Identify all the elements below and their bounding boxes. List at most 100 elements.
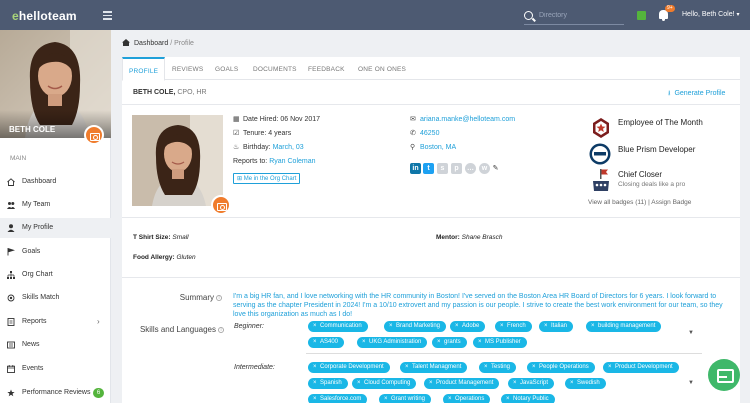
tab-documents[interactable]: DOCUMENTS bbox=[253, 66, 297, 73]
org-chart-button[interactable]: ⊞ Me in the Org Chart bbox=[233, 173, 301, 184]
sidebar-item-events[interactable]: Events bbox=[0, 359, 111, 379]
email-link[interactable]: ariana.manke@helloteam.com bbox=[420, 116, 515, 123]
menu-icon[interactable] bbox=[103, 11, 112, 22]
skill-tag[interactable]: Communication bbox=[308, 321, 368, 332]
help-icon[interactable]: i bbox=[216, 295, 222, 301]
skill-tag[interactable]: grants bbox=[432, 337, 467, 348]
skill-tag[interactable]: Operations bbox=[443, 394, 491, 403]
view-all-badges-link[interactable]: View all badges (11) bbox=[588, 199, 646, 206]
badges-actions: View all badges (11) | Assign Badge bbox=[588, 199, 691, 206]
reports-to-link[interactable]: Ryan Coleman bbox=[269, 158, 315, 165]
chevron-right-icon: › bbox=[97, 317, 100, 326]
assign-badge-link[interactable]: Assign Badge bbox=[651, 199, 691, 206]
tab-reviews[interactable]: REVIEWS bbox=[172, 66, 203, 73]
sidebar-item-my-profile[interactable]: My Profile bbox=[0, 218, 111, 238]
skill-tag[interactable]: Italian bbox=[539, 321, 574, 332]
location-link[interactable]: Boston, MA bbox=[420, 144, 456, 151]
birthday: ♨ Birthday: March, 03 bbox=[233, 144, 304, 151]
skill-tag[interactable]: French bbox=[495, 321, 532, 332]
sidebar-section-label: MAIN bbox=[10, 155, 27, 162]
phone-icon: ✆ bbox=[410, 130, 416, 137]
status-square-icon[interactable] bbox=[637, 11, 646, 20]
skill-tag[interactable]: Brand Marketing bbox=[384, 321, 447, 332]
sidebar-item-org-chart[interactable]: Org Chart bbox=[0, 265, 111, 285]
sidebar-item-news[interactable]: News bbox=[0, 335, 111, 355]
cake-icon: ♨ bbox=[233, 144, 240, 151]
intermediate-label: Intermediate: bbox=[234, 364, 275, 371]
org-chart-icon bbox=[7, 271, 15, 279]
skill-tag[interactable]: Talent Managment bbox=[400, 362, 468, 373]
profile-card: PROFILE REVIEWS GOALS DOCUMENTS FEEDBACK… bbox=[122, 57, 740, 403]
sidebar-item-reports[interactable]: Reports › bbox=[0, 312, 111, 332]
sidebar-item-skills-match[interactable]: Skills Match bbox=[0, 288, 111, 308]
sidebar-user-name: BETH COLE bbox=[9, 125, 56, 134]
twitter-icon[interactable]: t bbox=[423, 163, 434, 174]
chevron-down-icon[interactable]: ▼ bbox=[688, 330, 694, 336]
directory-search-input[interactable] bbox=[539, 12, 619, 19]
intermediate-skills-select[interactable]: Corporate Development Talent Managment T… bbox=[306, 360, 702, 403]
skill-tag[interactable]: MS Publisher bbox=[473, 337, 527, 348]
summary-text: I'm a big HR fan, and I love networking … bbox=[233, 293, 723, 318]
skill-tag[interactable]: Adobe bbox=[450, 321, 486, 332]
edit-pencil-icon[interactable]: ✎ bbox=[490, 163, 501, 174]
skill-tag[interactable]: UKG Administration bbox=[357, 337, 428, 348]
date-hired: ▦ Date Hired: 06 Nov 2017 bbox=[233, 116, 321, 123]
chat-button[interactable] bbox=[708, 359, 740, 391]
home-icon[interactable] bbox=[122, 39, 130, 46]
sidebar-item-label: Goals bbox=[22, 248, 41, 255]
chief-closer-badge-icon bbox=[591, 169, 611, 191]
profile-camera-icon[interactable] bbox=[211, 195, 231, 215]
top-bar: ehelloteam 9+ Hello, Beth Cole!▾ bbox=[0, 0, 750, 30]
message-icon[interactable]: … bbox=[465, 163, 476, 174]
skill-tag[interactable]: Testing bbox=[479, 362, 517, 373]
email: ✉ ariana.manke@helloteam.com bbox=[410, 115, 515, 123]
skill-tag[interactable]: Swedish bbox=[565, 378, 606, 389]
help-icon[interactable]: i bbox=[218, 327, 224, 333]
skype-icon[interactable]: s bbox=[437, 163, 448, 174]
skill-tag[interactable]: building management bbox=[586, 321, 662, 332]
sidebar-item-goals[interactable]: Goals bbox=[0, 242, 111, 262]
skill-tag[interactable]: JavaScript bbox=[508, 378, 555, 389]
sidebar-item-dashboard[interactable]: Dashboard bbox=[0, 172, 111, 192]
whatsapp-icon[interactable]: w bbox=[479, 163, 490, 174]
breadcrumb-dashboard-link[interactable]: Dashboard bbox=[134, 40, 168, 47]
skill-tag[interactable]: Salesforce.com bbox=[308, 394, 368, 403]
tab-one-on-ones[interactable]: ONE ON ONES bbox=[358, 66, 406, 73]
pinterest-icon[interactable]: p bbox=[451, 163, 462, 174]
linkedin-icon[interactable]: in bbox=[410, 163, 421, 174]
skill-tag[interactable]: Product Management bbox=[424, 378, 500, 389]
chevron-down-icon[interactable]: ▼ bbox=[688, 380, 694, 386]
sidebar-item-performance-reviews[interactable]: Performance Reviews 6 bbox=[0, 383, 111, 403]
sidebar-item-my-team[interactable]: My Team bbox=[0, 195, 111, 215]
breadcrumb-separator: / bbox=[170, 40, 173, 47]
sidebar-item-label: My Profile bbox=[22, 224, 54, 231]
skill-tag[interactable]: Product Development bbox=[603, 362, 679, 373]
phone-link[interactable]: 46250 bbox=[420, 130, 439, 137]
skill-tag[interactable]: Grant writing bbox=[379, 394, 432, 403]
skill-tag[interactable]: Notary Public bbox=[501, 394, 555, 403]
skill-tag[interactable]: Cloud Computing bbox=[352, 378, 417, 389]
skill-tag[interactable]: AS400 bbox=[308, 337, 345, 348]
skill-tag[interactable]: Spanish bbox=[308, 378, 348, 389]
skill-tag[interactable]: People Operations bbox=[527, 362, 595, 373]
user-icon bbox=[7, 224, 15, 232]
user-menu[interactable]: Hello, Beth Cole! ▾ bbox=[682, 11, 740, 18]
helloteam-logo[interactable]: ehelloteam bbox=[12, 9, 77, 23]
sidebar-item-label: Performance Reviews bbox=[22, 389, 91, 396]
calendar-icon: ▦ bbox=[233, 116, 240, 123]
employee-of-month-badge-icon bbox=[591, 118, 611, 138]
tenure: ☑ Tenure: 4 years bbox=[233, 130, 292, 137]
sidebar-camera-icon[interactable] bbox=[84, 125, 104, 145]
generate-profile-button[interactable]: Generate Profile bbox=[668, 89, 725, 100]
tshirt-size-field: T Shirt Size: Small bbox=[133, 234, 189, 241]
calendar-icon bbox=[7, 365, 15, 373]
tab-feedback[interactable]: FEEDBACK bbox=[308, 66, 345, 73]
beginner-skills-select[interactable]: Communication Brand Marketing Adobe Fren… bbox=[306, 319, 702, 354]
tab-profile[interactable]: PROFILE bbox=[122, 57, 166, 81]
profile-title: CPO, HR bbox=[177, 89, 207, 96]
sidebar-avatar-photo bbox=[0, 30, 111, 138]
skill-tag[interactable]: Corporate Development bbox=[308, 362, 390, 373]
food-allergy-field: Food Allergy: Gluten bbox=[133, 254, 196, 261]
tab-goals[interactable]: GOALS bbox=[215, 66, 238, 73]
search-icon[interactable] bbox=[524, 11, 533, 20]
